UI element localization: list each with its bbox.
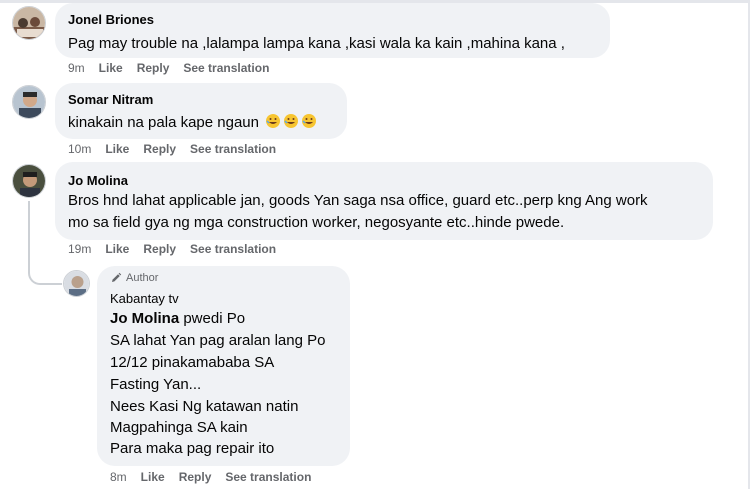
reply-button[interactable]: Reply (143, 242, 176, 256)
reply-text-line: pwedi Po (179, 310, 246, 327)
like-button[interactable]: Like (141, 470, 165, 484)
comment-time[interactable]: 10m (68, 142, 91, 156)
comment-author[interactable]: Jonel Briones (68, 12, 154, 27)
see-translation-link[interactable]: See translation (183, 61, 269, 75)
rolling-on-floor-laughing-icon (265, 113, 281, 135)
see-translation-link[interactable]: See translation (190, 242, 276, 256)
reply-text-line: Nees Kasi Ng katawan natin (110, 398, 299, 415)
mention-link[interactable]: Jo Molina (110, 310, 179, 327)
reply-button[interactable]: Reply (137, 61, 170, 75)
reply-time[interactable]: 8m (110, 470, 127, 484)
like-button[interactable]: Like (105, 242, 129, 256)
reply-text-line: SA lahat Yan pag aralan lang Po (110, 332, 326, 349)
profile-photo-icon (13, 86, 45, 118)
comment-text: kinakain na pala kape ngaun (68, 112, 317, 135)
see-translation-link[interactable]: See translation (225, 470, 311, 484)
author-badge-label: Author (126, 272, 159, 284)
reply-text-line: Fasting Yan... (110, 376, 202, 393)
profile-photo-icon (13, 7, 45, 39)
comment-text-line: Bros hnd lahat applicable jan, goods Yan… (68, 192, 648, 209)
comment-actions: 19m Like Reply See translation (68, 242, 290, 256)
reply-text-line: Para maka pag repair ito (110, 440, 275, 457)
thread-connector (28, 201, 62, 285)
reply-text-line: Magpahinga SA kain (110, 419, 248, 436)
reply-first-line: Jo Molina pwedi Po (110, 308, 245, 330)
comment-author[interactable]: Jo Molina (68, 173, 128, 188)
profile-photo-icon (13, 165, 45, 197)
author-badge: Author (110, 272, 158, 284)
reply-text-line: 12/12 pinakamababa SA (110, 354, 275, 371)
comment-text-line: mo sa field gya ng mga construction work… (68, 214, 565, 231)
rolling-on-floor-laughing-icon (283, 113, 299, 135)
reply-button[interactable]: Reply (143, 142, 176, 156)
profile-photo-icon (64, 271, 89, 296)
comment-author[interactable]: Somar Nitram (68, 92, 153, 107)
reply-actions: 8m Like Reply See translation (110, 470, 325, 484)
rolling-on-floor-laughing-icon (301, 113, 317, 135)
avatar[interactable] (12, 85, 46, 119)
avatar[interactable] (12, 6, 46, 40)
see-translation-link[interactable]: See translation (190, 142, 276, 156)
avatar[interactable] (63, 270, 90, 297)
comment-actions: 9m Like Reply See translation (68, 61, 283, 75)
avatar[interactable] (12, 164, 46, 198)
reply-button[interactable]: Reply (179, 470, 212, 484)
comment-time[interactable]: 19m (68, 242, 91, 256)
comment-time[interactable]: 9m (68, 61, 85, 75)
comment-text-body: kinakain na pala kape ngaun (68, 114, 259, 131)
like-button[interactable]: Like (105, 142, 129, 156)
comment-text: Pag may trouble na ,lalampa lampa kana ,… (68, 35, 565, 52)
pencil-icon (112, 272, 122, 282)
like-button[interactable]: Like (99, 61, 123, 75)
reply-author[interactable]: Kabantay tv (110, 291, 179, 306)
comment-actions: 10m Like Reply See translation (68, 142, 290, 156)
